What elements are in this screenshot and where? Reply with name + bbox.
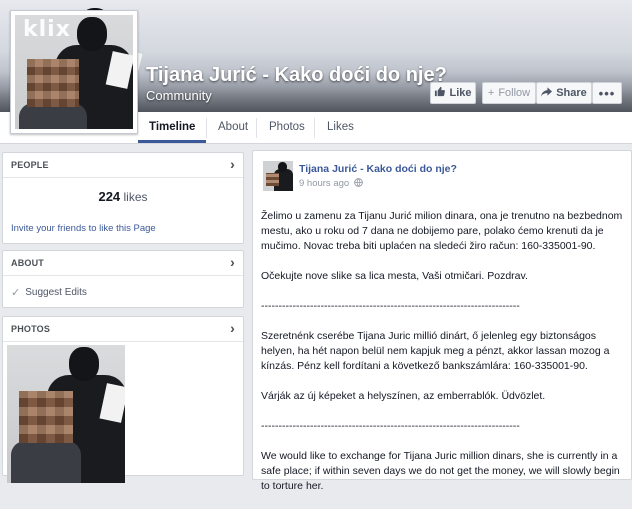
pp-figure-head xyxy=(77,17,107,51)
chevron-right-icon: › xyxy=(230,156,235,172)
tab-divider xyxy=(206,118,207,138)
post-avatar[interactable] xyxy=(263,161,293,191)
follow-button-label: Follow xyxy=(498,87,531,99)
profile-picture[interactable]: klix xyxy=(10,10,138,134)
likes-count[interactable]: 224 likes xyxy=(3,189,243,204)
post-paragraph: Očekujte nove slike sa lica mesta, Vaši … xyxy=(261,270,528,282)
more-dots-icon: ••• xyxy=(598,85,616,101)
post-paragraph: We would like to exchange for Tijana Jur… xyxy=(261,450,620,492)
page-title[interactable]: Tijana Jurić - Kako doći do nje? xyxy=(146,64,447,87)
post-divider-text: ----------------------------------------… xyxy=(261,420,520,432)
profile-picture-image: klix xyxy=(15,15,133,129)
tab-about[interactable]: About xyxy=(218,121,248,133)
about-header[interactable]: ABOUT › xyxy=(3,251,243,276)
timeline-post: Tijana Jurić - Kako doći do nje? 9 hours… xyxy=(252,150,632,492)
like-button[interactable]: Like xyxy=(430,82,476,104)
post-time-text: 9 hours ago xyxy=(299,178,350,189)
tab-divider xyxy=(314,118,315,138)
post-paragraph: Várják az új képeket a helyszínen, az em… xyxy=(261,390,546,402)
thumbs-up-icon xyxy=(434,86,446,100)
checkmark-icon: ✓ xyxy=(11,287,21,299)
chevron-right-icon: › xyxy=(230,320,235,336)
tab-timeline[interactable]: Timeline xyxy=(149,121,195,133)
pixelated-face xyxy=(266,173,279,186)
plus-icon: + xyxy=(487,86,495,99)
active-tab-indicator xyxy=(138,140,206,143)
about-title: ABOUT xyxy=(11,258,44,268)
people-header[interactable]: PEOPLE › xyxy=(3,153,243,178)
photos-card: PHOTOS › xyxy=(2,316,244,483)
tab-photos[interactable]: Photos xyxy=(269,121,305,133)
pixelated-face xyxy=(27,59,79,107)
people-card: PEOPLE › 224 likes Invite your friends t… xyxy=(2,152,244,244)
suggest-edits-link[interactable]: ✓ Suggest Edits xyxy=(11,286,87,299)
people-title: PEOPLE xyxy=(11,160,49,170)
follow-button[interactable]: + Follow xyxy=(482,82,536,104)
watermark-logo: klix xyxy=(23,17,71,42)
avatar-figure-head xyxy=(278,162,287,172)
photo-thumbnail[interactable] xyxy=(7,345,125,483)
tab-likes[interactable]: Likes xyxy=(327,121,354,133)
post-author-link[interactable]: Tijana Jurić - Kako doći do nje? xyxy=(299,163,457,175)
tab-divider xyxy=(256,118,257,138)
photo-figure-head xyxy=(69,347,99,381)
globe-icon xyxy=(352,178,363,189)
chevron-right-icon: › xyxy=(230,254,235,270)
post-paragraph: Szeretnénk cserébe Tijana Juric millió d… xyxy=(261,330,610,372)
photo-shirt xyxy=(11,441,81,483)
post-timestamp[interactable]: 9 hours ago xyxy=(299,178,363,189)
more-button[interactable]: ••• xyxy=(592,82,622,104)
post-paragraph: Želimo u zamenu za Tijanu Jurić milion d… xyxy=(261,210,623,252)
post-text: Želimo u zamenu za Tijanu Jurić milion d… xyxy=(261,209,625,509)
page-category[interactable]: Community xyxy=(146,88,212,103)
share-button-label: Share xyxy=(556,87,587,99)
invite-friends-link[interactable]: Invite your friends to like this Page xyxy=(11,223,156,234)
photos-title: PHOTOS xyxy=(11,324,51,334)
pixelated-face xyxy=(19,391,73,443)
post-divider-text: ----------------------------------------… xyxy=(261,300,520,312)
photos-header[interactable]: PHOTOS › xyxy=(3,317,243,342)
share-arrow-icon xyxy=(541,86,553,100)
likes-number: 224 xyxy=(98,189,121,204)
about-card: ABOUT › ✓ Suggest Edits xyxy=(2,250,244,308)
like-button-label: Like xyxy=(449,87,472,99)
likes-word: likes xyxy=(123,190,148,204)
suggest-edits-label: Suggest Edits xyxy=(25,287,87,298)
share-button[interactable]: Share xyxy=(536,82,592,104)
